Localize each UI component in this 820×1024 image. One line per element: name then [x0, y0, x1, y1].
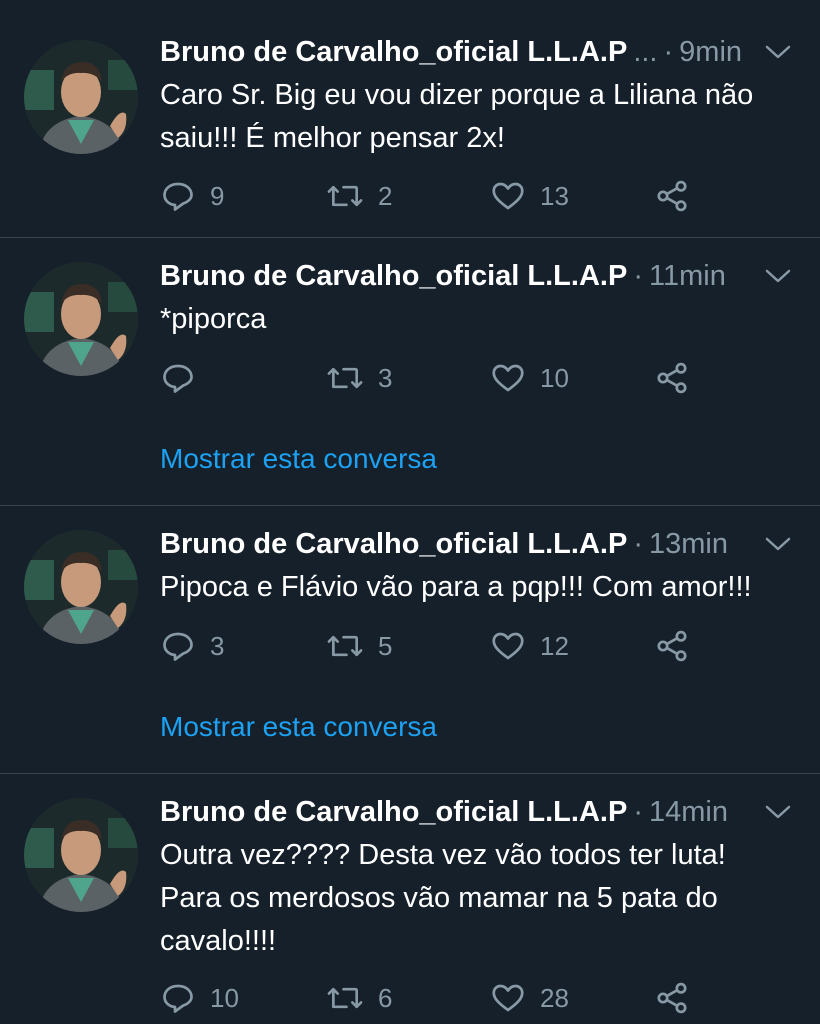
- reply-count: 10: [210, 982, 239, 1013]
- tweet-text-line: Para os merdosos vão mamar na 5 pata do: [160, 882, 718, 914]
- share-icon: [657, 630, 687, 662]
- tweet[interactable]: Bruno de Carvalho_oficial L.L.A.P ... · …: [0, 0, 820, 238]
- action-bar: 10 6 28: [160, 978, 760, 1018]
- retweet-button[interactable]: 6: [326, 978, 392, 1018]
- reply-button[interactable]: 3: [160, 626, 224, 666]
- chevron-down-icon[interactable]: [764, 802, 792, 822]
- retweet-button[interactable]: 3: [326, 358, 392, 398]
- tweet[interactable]: Bruno de Carvalho_oficial L.L.A.P · 13mi…: [0, 506, 820, 774]
- like-count: 13: [540, 180, 569, 211]
- show-conversation-link[interactable]: Mostrar esta conversa: [160, 711, 437, 743]
- share-icon: [657, 982, 687, 1014]
- tweet-text-line: saiu!!! É melhor pensar 2x!: [160, 122, 505, 154]
- like-button[interactable]: 10: [490, 358, 569, 398]
- tweet-text-line: cavalo!!!!: [160, 925, 277, 957]
- tweet-header: Bruno de Carvalho_oficial L.L.A.P · 11mi…: [160, 256, 800, 296]
- like-count: 10: [540, 362, 569, 393]
- tweet-text-line: Caro Sr. Big eu vou dizer porque a Lilia…: [160, 79, 754, 111]
- action-bar: 3 5 12: [160, 626, 760, 666]
- avatar-photo: [24, 530, 138, 644]
- like-button[interactable]: 13: [490, 176, 569, 216]
- avatar-photo: [24, 40, 138, 154]
- heart-icon: [492, 984, 524, 1012]
- chevron-down-icon[interactable]: [764, 534, 792, 554]
- tweet[interactable]: Bruno de Carvalho_oficial L.L.A.P · 11mi…: [0, 238, 820, 506]
- author-name[interactable]: Bruno de Carvalho_oficial L.L.A.P: [160, 528, 627, 561]
- heart-icon: [492, 364, 524, 392]
- reply-button[interactable]: [160, 358, 210, 398]
- like-count: 28: [540, 982, 569, 1013]
- chevron-down-icon[interactable]: [764, 42, 792, 62]
- retweet-count: 6: [378, 982, 393, 1013]
- chevron-down-icon[interactable]: [764, 266, 792, 286]
- tweet-text-line: Outra vez???? Desta vez vão todos ter lu…: [160, 839, 726, 871]
- tweet-text-line: Pipoca e Flávio vão para a pqp!!! Com am…: [160, 571, 752, 603]
- retweet-icon: [327, 987, 363, 1009]
- reply-icon: [163, 984, 193, 1013]
- tweet-text: Pipoca e Flávio vão para a pqp!!! Com am…: [160, 566, 800, 609]
- timestamp[interactable]: 13min: [649, 528, 728, 561]
- avatar[interactable]: [24, 40, 138, 154]
- share-button[interactable]: [654, 626, 704, 666]
- avatar[interactable]: [24, 530, 138, 644]
- heart-icon: [492, 182, 524, 210]
- tweet-text: Caro Sr. Big eu vou dizer porque a Lilia…: [160, 74, 800, 160]
- share-icon: [657, 180, 687, 212]
- share-button[interactable]: [654, 978, 704, 1018]
- like-button[interactable]: 28: [490, 978, 569, 1018]
- retweet-button[interactable]: 2: [326, 176, 392, 216]
- share-button[interactable]: [654, 176, 704, 216]
- retweet-count: 3: [378, 362, 393, 393]
- author-name[interactable]: Bruno de Carvalho_oficial L.L.A.P: [160, 796, 627, 829]
- tweet-header: Bruno de Carvalho_oficial L.L.A.P · 13mi…: [160, 524, 800, 564]
- reply-count: 9: [210, 180, 225, 211]
- separator-dot: ·: [633, 259, 643, 292]
- heart-icon: [492, 632, 524, 660]
- tweet-text-line: *piporca: [160, 303, 267, 335]
- reply-icon: [163, 182, 193, 211]
- like-button[interactable]: 12: [490, 626, 569, 666]
- author-truncation: ...: [633, 35, 658, 68]
- separator-dot: ·: [633, 527, 643, 560]
- retweet-count: 5: [378, 630, 393, 661]
- timestamp[interactable]: 11min: [649, 260, 726, 293]
- timestamp[interactable]: 9min: [679, 36, 742, 69]
- tweet-text: Outra vez???? Desta vez vão todos ter lu…: [160, 834, 800, 963]
- tweet-text: *piporca: [160, 298, 800, 341]
- avatar-photo: [24, 262, 138, 376]
- retweet-button[interactable]: 5: [326, 626, 392, 666]
- share-button[interactable]: [654, 358, 704, 398]
- retweet-count: 2: [378, 180, 393, 211]
- reply-button[interactable]: 10: [160, 978, 239, 1018]
- tweet-header: Bruno de Carvalho_oficial L.L.A.P ... · …: [160, 32, 800, 72]
- avatar-photo: [24, 798, 138, 912]
- reply-button[interactable]: 9: [160, 176, 224, 216]
- author-name[interactable]: Bruno de Carvalho_oficial L.L.A.P: [160, 260, 627, 293]
- action-bar: 3 10: [160, 358, 760, 398]
- show-conversation-link[interactable]: Mostrar esta conversa: [160, 443, 437, 475]
- reply-icon: [163, 632, 193, 661]
- avatar[interactable]: [24, 262, 138, 376]
- tweet-header: Bruno de Carvalho_oficial L.L.A.P · 14mi…: [160, 792, 800, 832]
- reply-count: 3: [210, 630, 225, 661]
- separator-dot: ·: [663, 35, 674, 68]
- share-icon: [657, 362, 687, 394]
- like-count: 12: [540, 630, 569, 661]
- retweet-icon: [327, 635, 363, 657]
- author-name[interactable]: Bruno de Carvalho_oficial L.L.A.P: [160, 36, 627, 69]
- tweet[interactable]: Bruno de Carvalho_oficial L.L.A.P · 14mi…: [0, 774, 820, 1024]
- action-bar: 9 2 13: [160, 176, 760, 216]
- separator-dot: ·: [633, 795, 643, 828]
- timestamp[interactable]: 14min: [649, 796, 728, 829]
- tweet-feed: Bruno de Carvalho_oficial L.L.A.P ... · …: [0, 0, 820, 1024]
- retweet-icon: [327, 367, 363, 389]
- retweet-icon: [327, 185, 363, 207]
- reply-icon: [163, 364, 193, 393]
- avatar[interactable]: [24, 798, 138, 912]
